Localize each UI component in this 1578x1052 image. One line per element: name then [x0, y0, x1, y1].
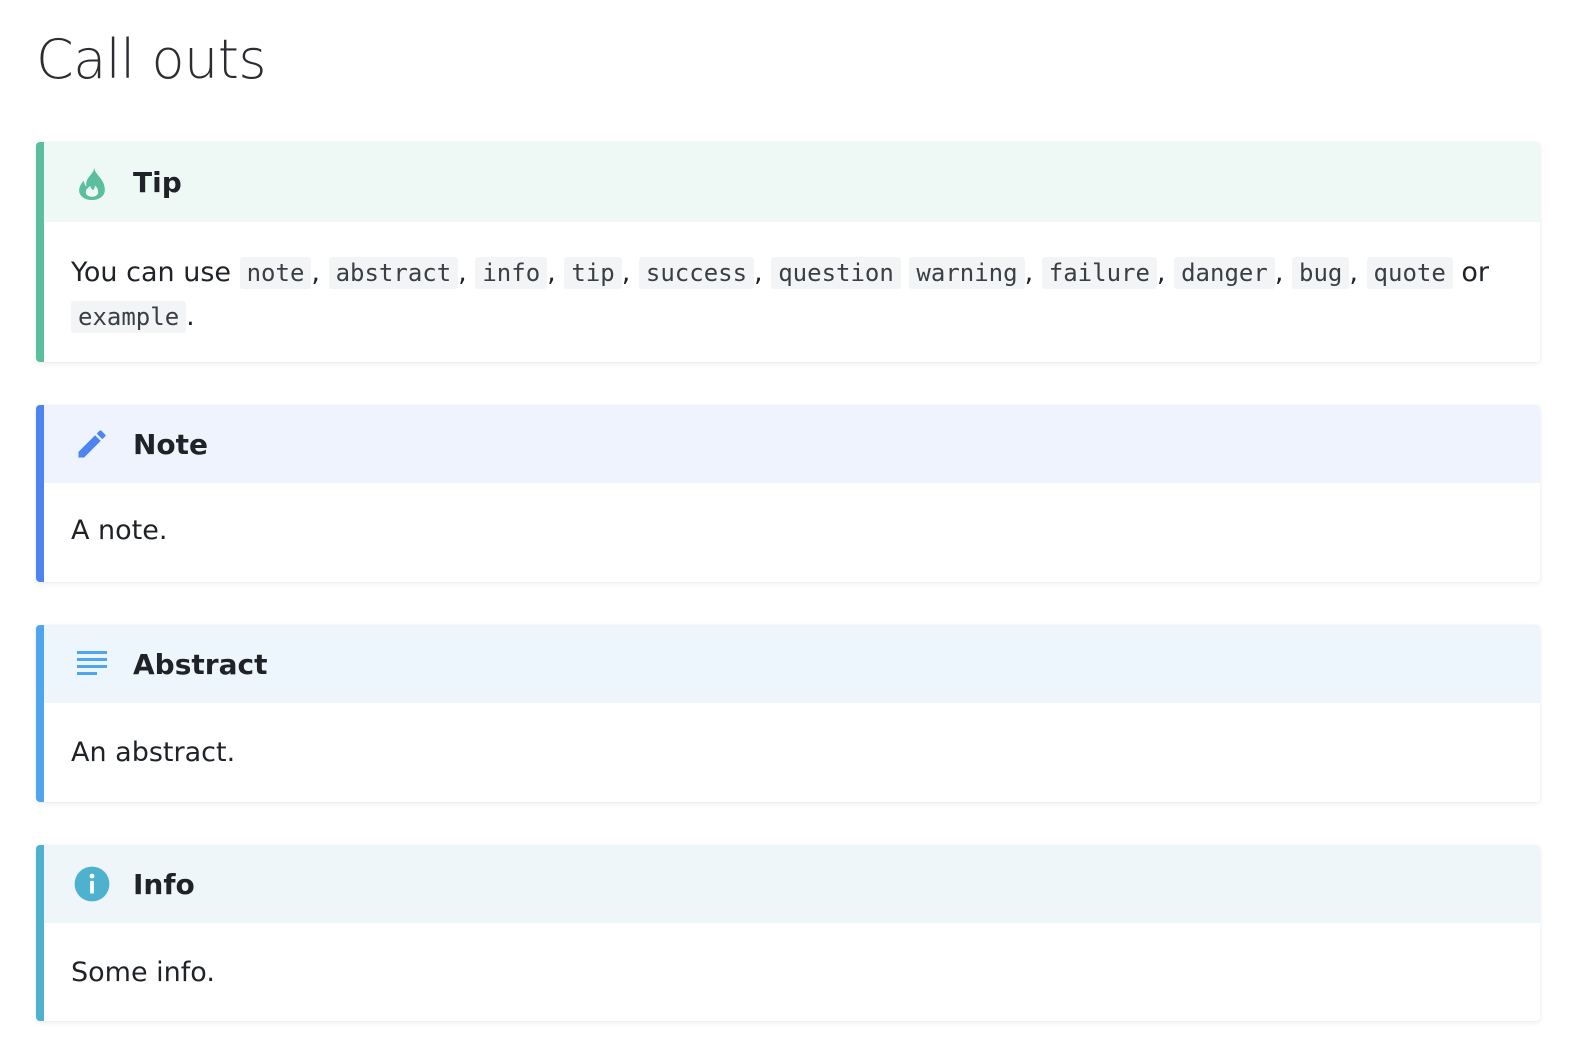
- sep-period: .: [186, 301, 195, 332]
- callout-abstract: Abstract An abstract.: [36, 625, 1540, 802]
- callout-tip: Tip You can use note, abstract, info, ti…: [36, 142, 1540, 362]
- info-icon: [72, 864, 112, 904]
- page-title: Call outs: [36, 28, 267, 91]
- code-bug: bug: [1292, 257, 1350, 289]
- callout-tip-title: Tip: [133, 165, 182, 199]
- sep: ,: [1024, 257, 1034, 288]
- callout-abstract-header: Abstract: [44, 625, 1540, 703]
- callout-abstract-title: Abstract: [133, 647, 268, 681]
- callout-info-body: Some info.: [71, 957, 215, 988]
- code-note: note: [239, 257, 312, 289]
- sep: ,: [311, 257, 320, 288]
- sep: ,: [1274, 257, 1284, 288]
- callout-note: Note A note.: [36, 405, 1540, 582]
- sep: ,: [547, 257, 556, 288]
- code-quote: quote: [1366, 257, 1453, 289]
- sep: ,: [621, 257, 631, 288]
- lines-icon: [72, 644, 112, 684]
- code-question: question: [771, 257, 901, 289]
- callout-abstract-body: An abstract.: [71, 737, 236, 768]
- page: Call outs Tip You can use note, abstract…: [0, 0, 1578, 1052]
- sep: ,: [458, 257, 467, 288]
- callout-info-title: Info: [133, 867, 195, 901]
- code-warning: warning: [909, 257, 1025, 289]
- pencil-icon: [72, 424, 112, 464]
- sep: ,: [1156, 257, 1166, 288]
- code-failure: failure: [1041, 257, 1157, 289]
- code-example: example: [71, 301, 187, 333]
- callout-note-title: Note: [133, 427, 209, 461]
- callout-info: Info Some info.: [36, 845, 1540, 1021]
- code-tip: tip: [564, 257, 622, 289]
- code-danger: danger: [1174, 257, 1275, 289]
- callout-info-header: Info: [44, 845, 1540, 923]
- callout-tip-header: Tip: [44, 142, 1540, 222]
- code-abstract: abstract: [328, 257, 459, 289]
- callout-tip-body: You can use note, abstract, info, tip, s…: [44, 222, 1540, 339]
- callout-note-header: Note: [44, 405, 1540, 483]
- code-success: success: [638, 257, 755, 289]
- sep-or: or: [1461, 257, 1490, 288]
- sep: ,: [754, 257, 763, 288]
- callout-note-body: A note.: [71, 515, 168, 546]
- flame-icon: [72, 162, 112, 202]
- sep: ,: [1349, 257, 1358, 288]
- code-info: info: [475, 257, 548, 289]
- tip-body-prefix: You can use: [71, 257, 231, 288]
